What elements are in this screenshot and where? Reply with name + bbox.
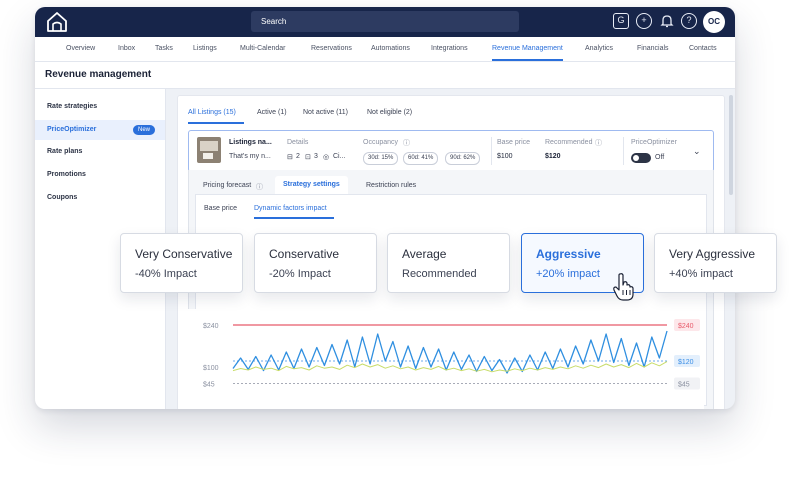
hand-pointer-icon xyxy=(613,273,634,301)
strategy-title: Average xyxy=(402,247,447,261)
strategy-impact: -40% Impact xyxy=(135,268,197,280)
strategy-impact: +20% impact xyxy=(536,268,600,280)
y-tick-label: $100 xyxy=(203,365,219,372)
y-tick-label: $240 xyxy=(203,323,219,330)
strategy-card-very-aggressive[interactable]: Very Aggressive +40% impact xyxy=(654,233,777,293)
reference-label: $240 xyxy=(678,323,694,330)
strategy-title: Aggressive xyxy=(536,247,601,261)
strategy-impact: +40% impact xyxy=(669,268,733,280)
y-tick-label: $45 xyxy=(203,382,215,389)
strategy-title: Conservative xyxy=(269,247,340,261)
strategy-title: Very Aggressive xyxy=(669,247,756,261)
reference-label: $45 xyxy=(678,382,690,389)
window-shadow xyxy=(35,409,735,421)
app-window: Search G + ? OC Overview Inbox Tasks Lis… xyxy=(35,7,735,409)
strategy-impact: Recommended xyxy=(402,268,477,280)
strategy-title: Very Conservative xyxy=(135,247,233,261)
price-forecast-chart: $240 $100 $45 $240 $120 $45 xyxy=(188,309,704,409)
strategy-card-average[interactable]: Average Recommended xyxy=(387,233,510,293)
strategy-impact: -20% Impact xyxy=(269,268,331,280)
strategy-card-conservative[interactable]: Conservative -20% Impact xyxy=(254,233,377,293)
reference-label: $120 xyxy=(678,359,694,366)
strategy-card-very-conservative[interactable]: Very Conservative -40% Impact xyxy=(120,233,243,293)
